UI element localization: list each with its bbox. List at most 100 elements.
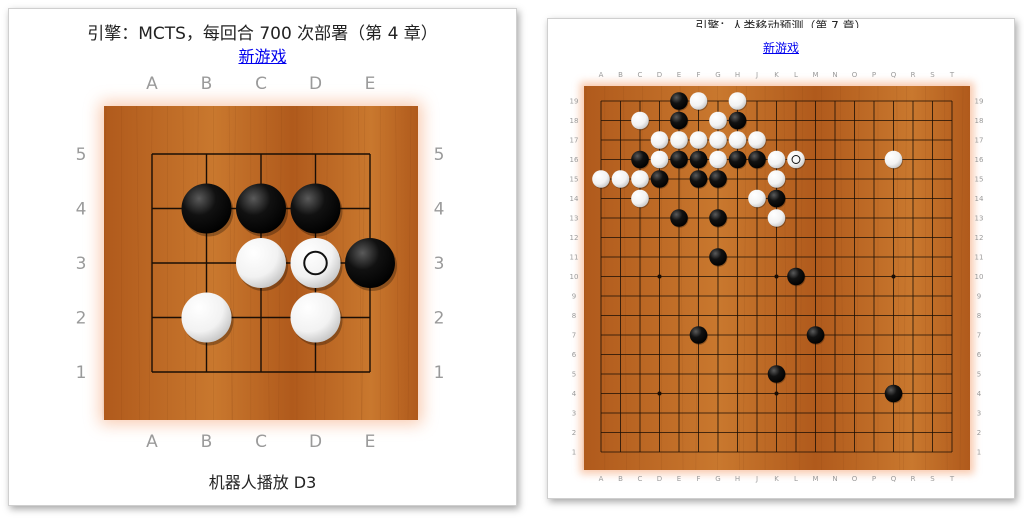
black-stone <box>806 326 825 344</box>
go-board-5x5[interactable]: A A B B C C D D E E 5 5 4 4 3 3 2 2 1 1 <box>9 9 516 505</box>
col-label: G <box>715 71 720 79</box>
row-label: 2 <box>76 308 87 328</box>
row-label: 1 <box>977 448 981 456</box>
col-label: T <box>949 475 955 483</box>
row-label: 2 <box>572 429 576 437</box>
black-stone <box>670 111 688 130</box>
go-board-19x19[interactable]: AABBCCDDEEFFGGHHJJKKLLMMNNOOPPQQRRSSTT19… <box>548 19 1014 498</box>
black-stone <box>670 150 688 169</box>
row-label: 10 <box>570 273 579 281</box>
star-point <box>891 274 896 279</box>
col-label: Q <box>891 71 897 79</box>
col-label: P <box>872 475 876 483</box>
col-label: S <box>930 71 935 79</box>
white-stone <box>689 92 708 110</box>
col-label: E <box>365 74 376 94</box>
row-label: 4 <box>76 199 87 219</box>
row-label: 1 <box>76 363 87 383</box>
white-stone <box>631 189 649 208</box>
black-stone <box>767 365 786 383</box>
white-stone <box>787 150 805 169</box>
right-game-panel: 引擎：人类移动预测（第 7 章） 新游戏 AABBCCDDEEFFGGHHJJK… <box>547 18 1015 499</box>
row-label: 12 <box>570 234 579 242</box>
col-label: H <box>735 475 740 483</box>
black-stone <box>345 238 395 288</box>
row-label: 4 <box>572 390 577 398</box>
black-stone <box>650 170 669 188</box>
star-point <box>774 391 779 396</box>
black-stone <box>748 150 766 169</box>
white-stone <box>592 170 610 188</box>
row-label: 9 <box>572 292 576 300</box>
col-label: C <box>255 432 267 452</box>
row-label: 15 <box>975 175 984 183</box>
col-label: N <box>832 475 837 483</box>
white-stone <box>631 170 649 188</box>
row-label: 15 <box>570 175 579 183</box>
black-stone <box>670 209 688 227</box>
col-label: L <box>794 71 798 79</box>
star-point <box>657 274 662 279</box>
row-label: 13 <box>570 214 579 222</box>
white-stone <box>290 238 341 288</box>
row-label: 5 <box>977 370 981 378</box>
white-stone <box>290 292 341 343</box>
row-label: 3 <box>572 409 576 417</box>
col-label: O <box>852 71 858 79</box>
col-label: G <box>715 475 720 483</box>
col-label: P <box>872 71 876 79</box>
status-text: 机器人播放 D3 <box>208 473 317 492</box>
col-label: D <box>657 71 662 79</box>
col-label: A <box>599 475 604 483</box>
black-stone <box>767 189 786 208</box>
row-label: 13 <box>975 214 984 222</box>
row-label: 1 <box>572 448 576 456</box>
col-label: D <box>309 432 322 452</box>
col-label: C <box>638 71 643 79</box>
black-stone <box>181 183 232 234</box>
col-label: A <box>599 71 604 79</box>
row-label: 2 <box>977 429 981 437</box>
row-label: 5 <box>76 145 87 165</box>
row-label: 18 <box>975 117 984 125</box>
col-label: T <box>949 71 955 79</box>
row-label: 3 <box>434 254 445 274</box>
row-label: 1 <box>434 363 445 383</box>
col-label: N <box>832 71 837 79</box>
row-label: 14 <box>570 195 579 203</box>
row-label: 11 <box>570 253 579 261</box>
row-label: 6 <box>572 351 577 359</box>
col-label: A <box>146 432 158 452</box>
row-label: 14 <box>975 195 984 203</box>
col-label: F <box>696 475 700 483</box>
black-stone <box>728 150 747 169</box>
col-label: R <box>911 71 916 79</box>
white-stone <box>709 150 727 169</box>
white-stone <box>884 150 903 169</box>
black-stone <box>709 209 727 227</box>
col-label: D <box>657 475 662 483</box>
row-label: 11 <box>975 253 984 261</box>
col-label: H <box>735 71 740 79</box>
row-label: 16 <box>975 156 984 164</box>
col-label: B <box>618 71 623 79</box>
row-label: 8 <box>572 312 576 320</box>
white-stone <box>748 131 766 149</box>
row-label: 4 <box>977 390 982 398</box>
row-label: 3 <box>76 254 87 274</box>
white-stone <box>767 150 786 169</box>
white-stone <box>650 150 669 169</box>
col-label: J <box>755 71 758 79</box>
col-label: E <box>365 432 376 452</box>
white-stone <box>689 131 708 149</box>
left-game-panel: 引擎：MCTS，每回合 700 次部署（第 4 章） 新游戏 AABBCCDDE… <box>8 8 517 506</box>
col-label: B <box>201 432 213 452</box>
white-stone <box>611 170 630 188</box>
white-stone <box>631 111 649 130</box>
col-label: C <box>255 74 267 94</box>
row-label: 18 <box>570 117 579 125</box>
white-stone <box>767 209 786 227</box>
row-label: 19 <box>975 97 984 105</box>
white-stone <box>236 238 286 288</box>
black-stone <box>689 170 708 188</box>
